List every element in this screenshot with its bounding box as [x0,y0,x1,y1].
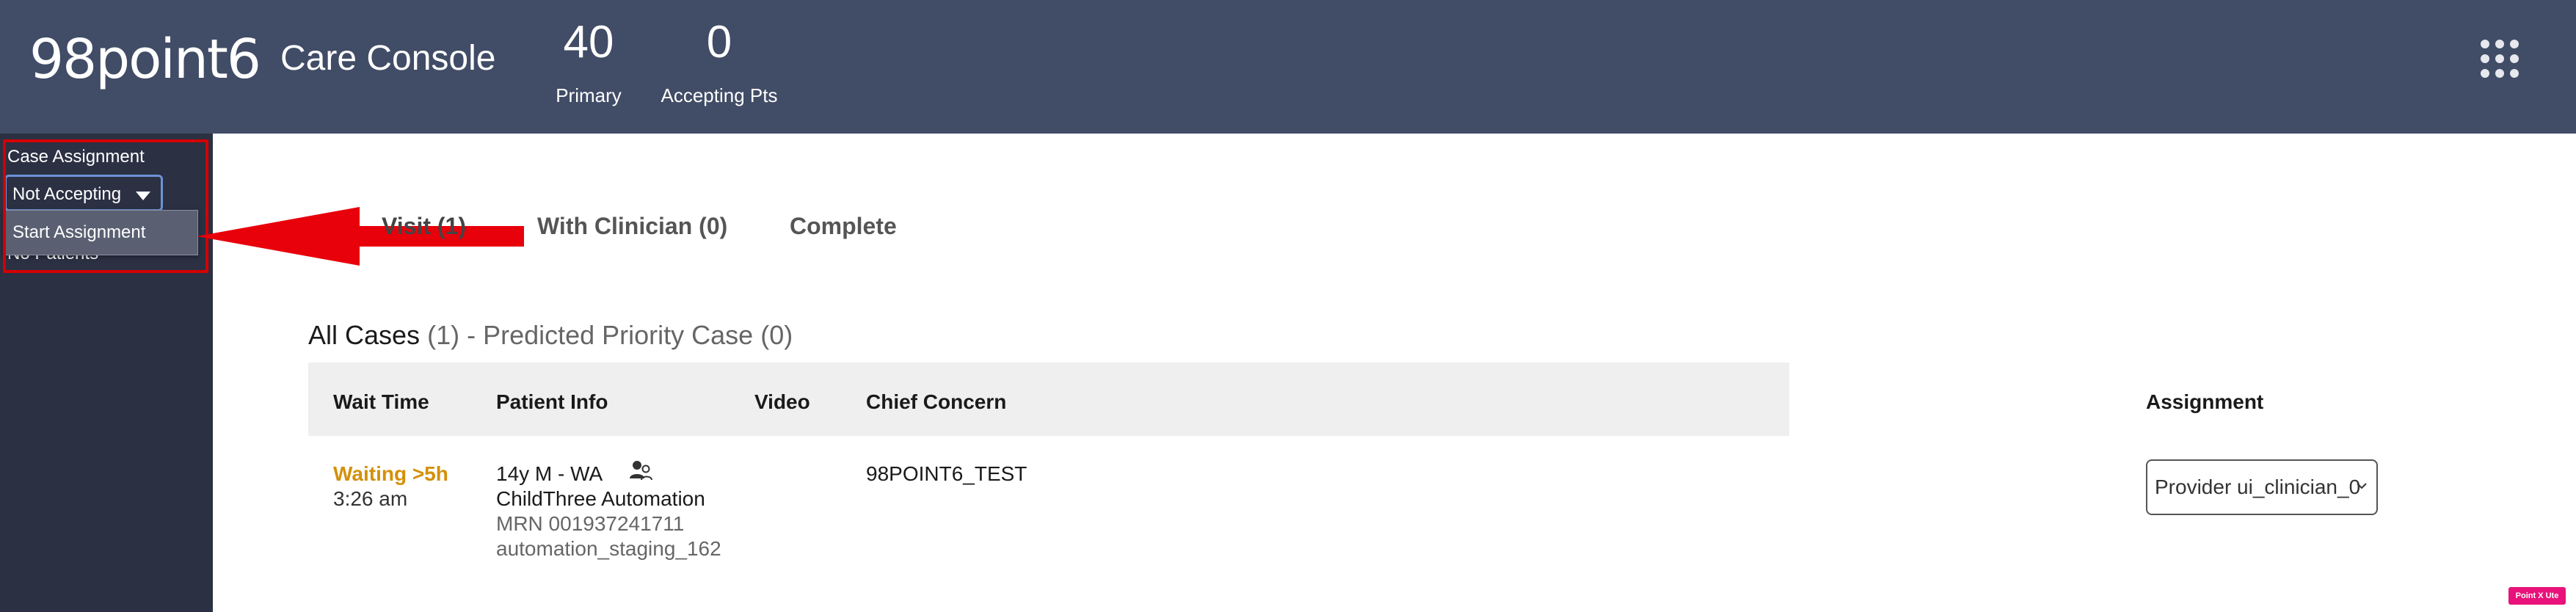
cases-heading: All Cases (1) - Predicted Priority Case … [308,320,793,351]
stat-accepting-value: 0 [706,17,732,68]
header-wait-time: Wait Time [333,390,429,413]
family-account-icon [630,461,652,481]
wait-time: 3:26 am [333,487,408,510]
table-row[interactable]: Waiting >5h 3:26 am 14y M - WA ChildThre… [308,436,2378,583]
cases-title: All Cases [308,320,421,350]
patient-demographics: 14y M - WA [496,462,603,485]
top-bar: 98point6 Care Console 40 Primary 0 Accep… [0,0,2576,134]
header-chief-concern: Chief Concern [866,390,1007,413]
stat-primary-value: 40 [563,17,614,68]
cases-count: (1) - Predicted Priority Case (0) [427,320,793,350]
tab-with-clinician[interactable]: With Clinician (0) [537,213,727,240]
wait-status: Waiting >5h [333,462,448,485]
corner-badge: Point X Ute [2508,587,2566,605]
stat-primary: 40 Primary [543,16,634,107]
highlight-box [3,139,208,273]
stat-primary-label: Primary [556,84,622,106]
patient-mrn: MRN 001937241711 [496,512,685,535]
tab-complete[interactable]: Complete [790,213,897,240]
table-header: Wait Time Patient Info Video Chief Conce… [308,363,2263,436]
header-video: Video [754,390,810,413]
header-assignment: Assignment [2146,390,2264,413]
stat-accepting-label: Accepting Pts [661,84,778,106]
assignment-value: Provider ui_clinician_0 [2155,476,2361,498]
chevron-down-icon [2357,483,2367,489]
chief-concern: 98POINT6_TEST [866,462,1027,485]
tab-visit[interactable]: Visit (1) [382,213,466,240]
app-title: Care Console [280,39,496,78]
patient-username: automation_staging_162 [496,537,721,560]
stat-accepting: 0 Accepting Pts [659,16,779,107]
assignment-select[interactable]: Provider ui_clinician_0 [2146,459,2378,515]
header-patient-info: Patient Info [496,390,608,413]
patient-name: ChildThree Automation [496,487,705,510]
annotation-arrow-icon [197,207,524,266]
apps-grid-icon[interactable] [2479,38,2520,79]
brand-logo[interactable]: 98point6 [29,28,261,91]
